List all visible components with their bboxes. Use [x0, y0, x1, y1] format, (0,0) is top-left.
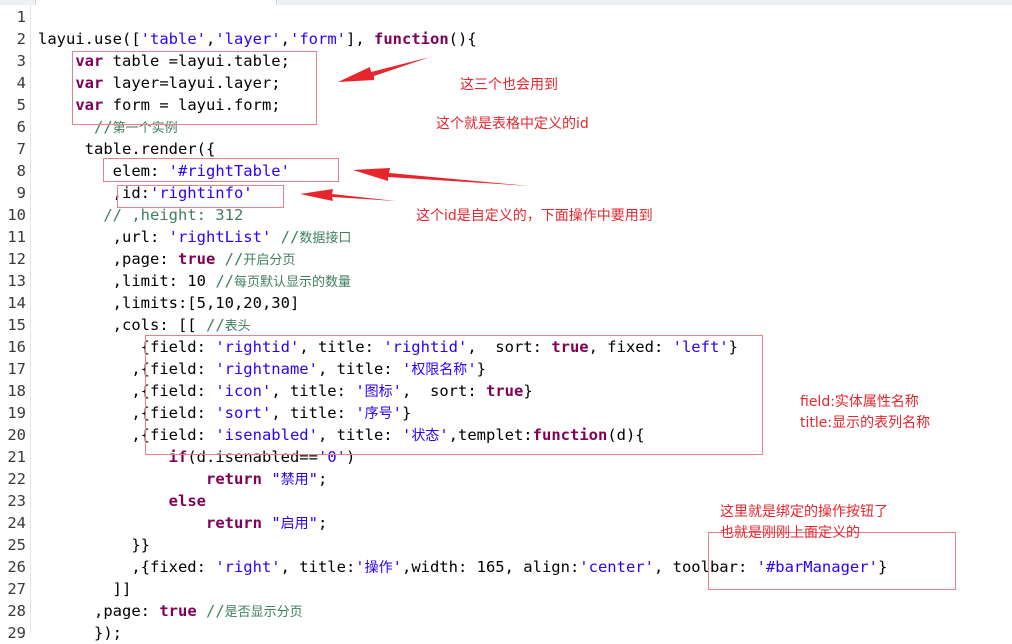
arrow-icon — [300, 189, 396, 201]
note-custom-id: 这个id是自定义的，下面操作中要用到 — [416, 208, 653, 224]
note-table-defined-id: 这个就是表格中定义的id — [436, 116, 589, 132]
note-field-meaning: field:实体属性名称 — [800, 394, 919, 410]
arrow-icon — [338, 57, 430, 82]
arrow-icon — [353, 168, 530, 186]
note-toolbar-defined-above: 也就是刚刚上面定义的 — [720, 525, 860, 541]
note-toolbar-bound: 这里就是绑定的操作按钮了 — [720, 504, 888, 520]
note-title-meaning: title:显示的表列名称 — [800, 415, 931, 431]
note-three-also-used: 这三个也会用到 — [460, 77, 558, 93]
